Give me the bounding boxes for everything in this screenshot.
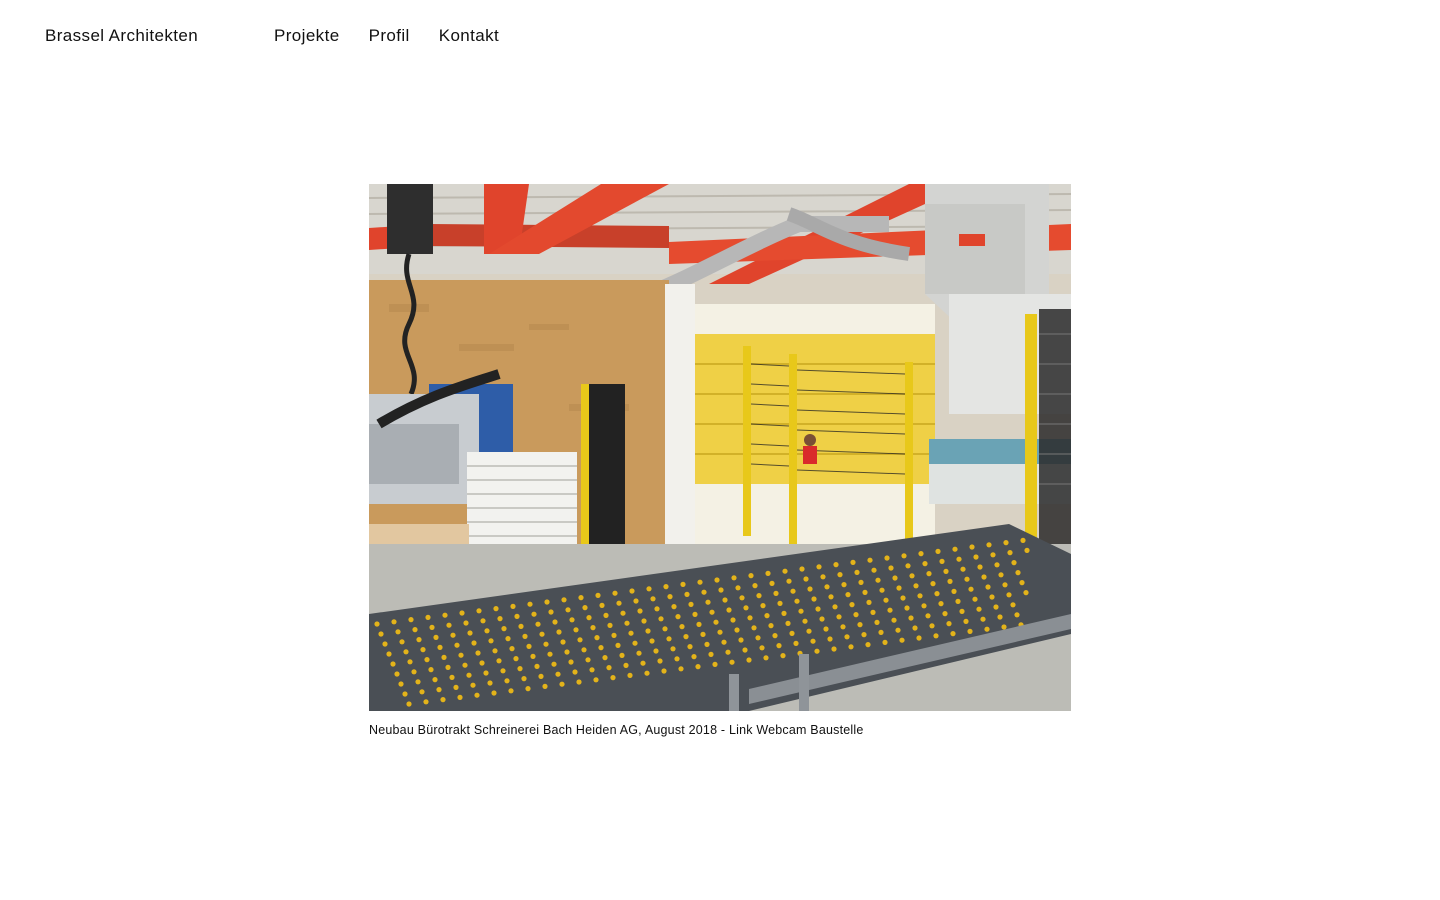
site-header: Brassel Architekten Projekte Profil Kont… bbox=[45, 26, 645, 50]
project-figure: Neubau Bürotrakt Schreinerei Bach Heiden… bbox=[369, 184, 1071, 737]
nav-item-projekte[interactable]: Projekte bbox=[274, 26, 340, 46]
webcam-link[interactable]: Link Webcam Baustelle bbox=[729, 723, 864, 737]
project-photo bbox=[369, 184, 1071, 711]
photo-caption: Neubau Bürotrakt Schreinerei Bach Heiden… bbox=[369, 723, 1071, 737]
site-logo[interactable]: Brassel Architekten bbox=[45, 26, 198, 46]
caption-text: Neubau Bürotrakt Schreinerei Bach Heiden… bbox=[369, 723, 729, 737]
nav-item-kontakt[interactable]: Kontakt bbox=[439, 26, 499, 46]
workshop-photo-illustration bbox=[369, 184, 1071, 711]
nav-item-profil[interactable]: Profil bbox=[369, 26, 410, 46]
main-nav: Projekte Profil Kontakt bbox=[274, 26, 528, 46]
